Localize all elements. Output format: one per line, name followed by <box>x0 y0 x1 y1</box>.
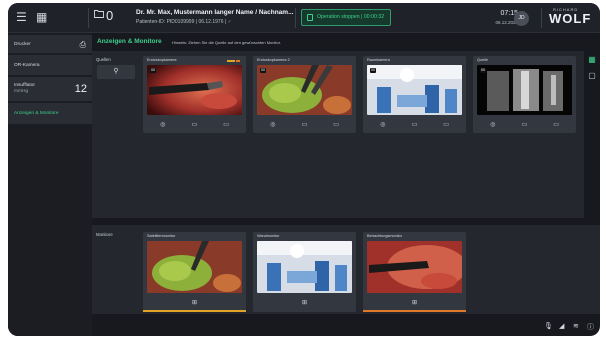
sidebar-item-label: Drucker <box>14 42 31 47</box>
microphone-icon[interactable]: 🎙 <box>544 322 553 330</box>
video-preview: 00 <box>147 65 242 115</box>
signal-icon: ◢ <box>559 323 565 330</box>
tile-title: Betrachtungsmonitor <box>367 234 403 238</box>
info-icon[interactable]: ⓘ <box>587 322 594 332</box>
sidebar-item-or-camera[interactable]: OR-Kamera <box>8 55 92 76</box>
source-tile-source[interactable]: Quelle 00 ◎ ▭ ▭ <box>473 56 576 133</box>
sidebar-item-insufflator[interactable]: Insufflator mmHg 12 <box>8 77 92 102</box>
monitors-label: Monitore <box>96 232 113 237</box>
video-settings-icon[interactable]: ▭ <box>331 121 341 128</box>
source-tile-endoscope-camera-2[interactable]: Endoskopkamera 2 00 ◎ ▭ ▭ <box>253 56 356 133</box>
printer-icon: ⎙ <box>79 40 86 49</box>
status-indicator <box>227 60 235 62</box>
layout-icon[interactable]: ⊞ <box>190 299 200 306</box>
monitor-tile-satellite[interactable]: Satellitenmonitor ⊞ <box>143 232 246 312</box>
monitor-preview <box>147 241 242 293</box>
camera-icon[interactable]: ◎ <box>488 121 498 128</box>
patient-name[interactable]: Dr. Mr. Max, Mustermann langer Name / Na… <box>136 9 294 16</box>
folder-icon[interactable] <box>94 9 104 21</box>
wifi-icon: ≋ <box>573 323 579 330</box>
video-preview: 00 <box>367 65 462 115</box>
tile-badge: 00 <box>150 68 156 73</box>
video-settings-icon[interactable]: ▭ <box>441 121 451 128</box>
monitor-tile-viewing[interactable]: Betrachtungsmonitor ⊞ <box>363 232 466 312</box>
layout-icon[interactable]: ⊞ <box>410 299 420 306</box>
record-video-icon[interactable]: ▭ <box>409 121 419 128</box>
sidebar-item-unit: mmHg <box>14 89 29 94</box>
video-settings-icon[interactable]: ▭ <box>221 121 231 128</box>
status-indicator <box>236 60 240 62</box>
record-video-icon[interactable]: ▭ <box>189 121 199 128</box>
insufflator-value: 12 <box>74 83 87 95</box>
layout-icon[interactable]: ⊞ <box>300 299 310 306</box>
device-screen: ☰ ▦ 0 Dr. Mr. Max, Mustermann langer Nam… <box>8 3 600 336</box>
tile-badge: 00 <box>480 68 486 73</box>
sidebar-item-label: Anzeigen & Monitore <box>14 111 59 116</box>
page-hint: Hinweis: Ziehen Sie die Quelle auf den g… <box>172 40 281 45</box>
tile-title: Wandmonitor <box>257 234 280 238</box>
monitor-preview <box>367 241 462 293</box>
monitor-status-bar <box>363 310 466 312</box>
source-icon: ⚲ <box>113 68 119 75</box>
tile-actions: ◎ ▭ ▭ <box>477 118 572 130</box>
hamburger-menu-icon[interactable]: ☰ <box>16 10 27 24</box>
monitor-preview <box>257 241 352 293</box>
top-bar: ☰ ▦ 0 Dr. Mr. Max, Mustermann langer Nam… <box>8 3 600 33</box>
document-icon <box>307 14 313 21</box>
camera-icon[interactable]: ◎ <box>268 121 278 128</box>
tile-actions: ⊞ <box>367 296 462 308</box>
monitor-status-bar <box>143 310 246 312</box>
video-preview: 00 <box>257 65 352 115</box>
single-view-icon[interactable]: ▢ <box>587 71 597 81</box>
tile-actions: ◎ ▭ ▭ <box>147 118 242 130</box>
divider <box>541 8 542 28</box>
sidebar: Drucker ⎙ OR-Kamera Insufflator mmHg 12 … <box>8 33 92 336</box>
sidebar-item-displays-monitors[interactable]: Anzeigen & Monitore <box>8 103 92 125</box>
video-preview: 00 <box>477 65 572 115</box>
stop-operation-label: Operation stoppen | 00:00:32 <box>317 14 385 20</box>
sources-label: Quellen <box>96 57 111 62</box>
tile-actions: ⊞ <box>257 296 352 308</box>
sidebar-item-printer[interactable]: Drucker ⎙ <box>8 35 92 54</box>
record-video-icon[interactable]: ▭ <box>519 121 529 128</box>
tile-title: Satellitenmonitor <box>147 234 176 238</box>
divider <box>88 8 89 28</box>
tile-title: Quelle <box>477 58 488 62</box>
stop-operation-button[interactable]: Operation stoppen | 00:00:32 <box>301 9 391 26</box>
add-source-button[interactable]: ⚲ <box>97 65 135 79</box>
tile-badge: 00 <box>260 68 266 73</box>
patient-id-line: Patienten-ID: PID0109999 | 06.12.1976 | … <box>136 19 232 25</box>
camera-icon[interactable]: ◎ <box>378 121 388 128</box>
content-header: Anzeigen & Monitore Hinweis: Ziehen Sie … <box>92 33 600 51</box>
sidebar-item-label: Insufflator <box>14 83 35 88</box>
monitor-tile-wall[interactable]: Wandmonitor ⊞ <box>253 232 356 312</box>
tile-title: Raumkamera <box>367 58 390 62</box>
source-tile-room-camera[interactable]: Raumkamera 00 ◎ ▭ ▭ <box>363 56 466 133</box>
grid-view-icon[interactable]: ▦ <box>587 55 597 65</box>
sidebar-item-label: OR-Kamera <box>14 63 40 68</box>
divider <box>295 8 296 28</box>
tile-actions: ⊞ <box>147 296 242 308</box>
tile-actions: ◎ ▭ ▭ <box>257 118 352 130</box>
camera-icon[interactable]: ◎ <box>158 121 168 128</box>
tile-title: Endoskopkamera <box>147 58 177 62</box>
grid-icon[interactable]: ▦ <box>36 10 47 24</box>
folder-count: 0 <box>106 8 114 23</box>
avatar[interactable]: JD <box>514 11 529 26</box>
tile-actions: ◎ ▭ ▭ <box>367 118 462 130</box>
clock-date: 06.12.2022 <box>495 20 518 25</box>
tile-badge: 00 <box>370 68 376 73</box>
brand-logo: WOLF <box>549 11 592 26</box>
monitors-panel: Monitore Satellitenmonitor ⊞ Wandmonitor <box>92 225 600 314</box>
tile-title: Endoskopkamera 2 <box>257 58 290 62</box>
source-tile-endoscope-camera[interactable]: Endoskopkamera 00 ◎ ▭ ▭ <box>143 56 246 133</box>
page-title: Anzeigen & Monitore <box>97 38 162 45</box>
sources-panel: Quellen ⚲ Endoskopkamera 00 ◎ ▭ ▭ Endosk… <box>92 51 584 218</box>
video-settings-icon[interactable]: ▭ <box>551 121 561 128</box>
clock-time: 07:15 <box>500 10 518 17</box>
record-video-icon[interactable]: ▭ <box>299 121 309 128</box>
